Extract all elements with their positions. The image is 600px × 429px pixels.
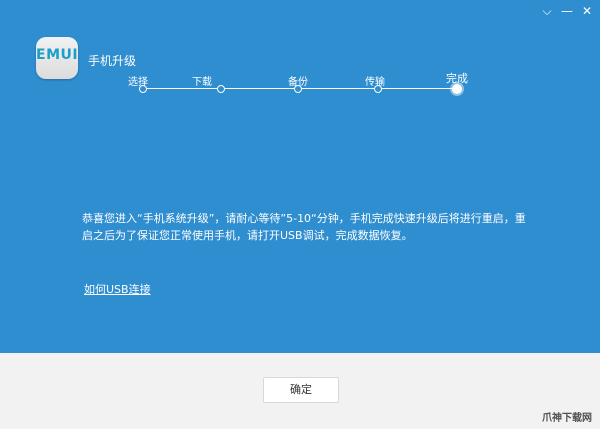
upgrade-window: ⌵ — ✕ EMUI 手机升级 选择 下载 备份 传输 完成 恭喜您进入“手机系… (0, 0, 600, 429)
upgrade-message: 恭喜您进入“手机系统升级”，请耐心等待”5-10“分钟，手机完成快速升级后将进行… (82, 212, 526, 242)
confirm-button[interactable]: 确定 (263, 377, 339, 403)
step-dot-complete (452, 84, 462, 94)
step-dot-transfer (374, 85, 382, 93)
step-dot-backup (294, 85, 302, 93)
main-panel: ⌵ — ✕ EMUI 手机升级 选择 下载 备份 传输 完成 恭喜您进入“手机系… (0, 0, 600, 353)
site-watermark: 爪神下载网 (542, 413, 592, 424)
progress-steps: 选择 下载 备份 传输 完成 (0, 0, 600, 110)
usb-connect-help-link[interactable]: 如何USB连接 (84, 281, 151, 297)
step-dot-download (217, 85, 225, 93)
step-label-download: 下载 (192, 77, 212, 88)
step-dot-select (139, 85, 147, 93)
